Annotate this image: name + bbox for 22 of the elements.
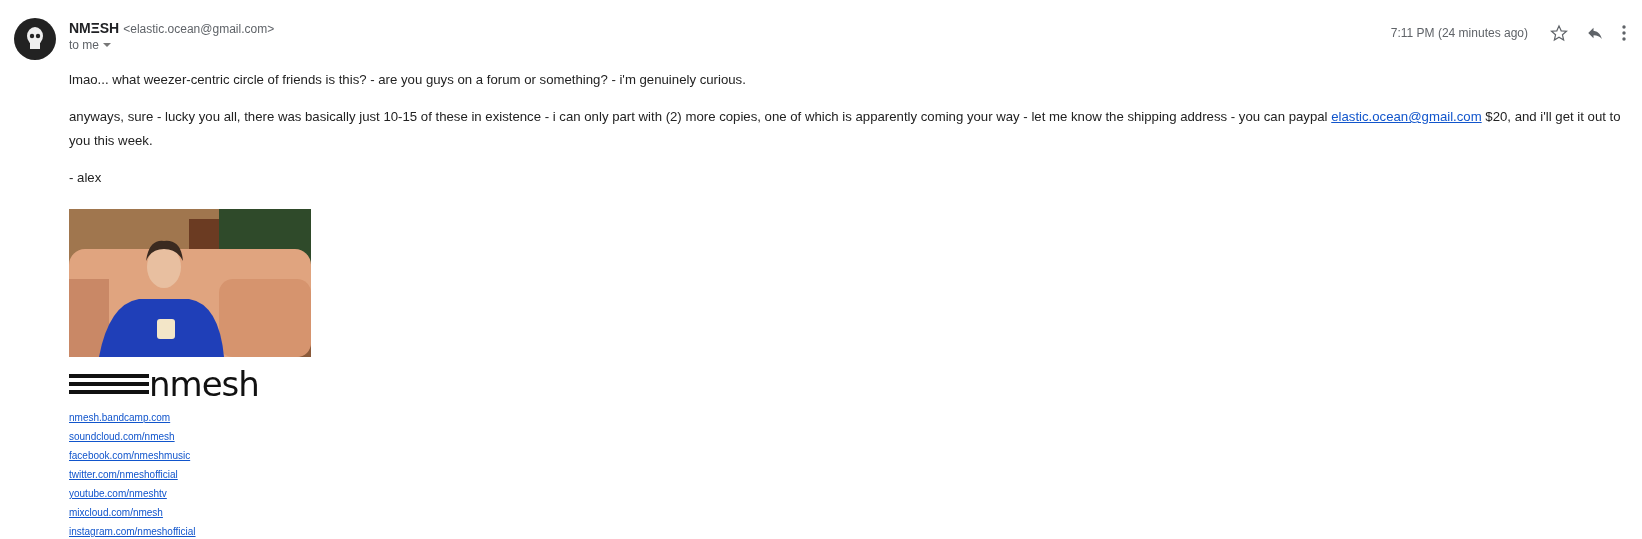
sender-email: <elastic.ocean@gmail.com> (123, 22, 275, 36)
logo: nmesh (69, 369, 1628, 399)
social-link[interactable]: soundcloud.com/nmesh (69, 430, 175, 443)
more-button[interactable] (1620, 23, 1628, 43)
more-icon (1622, 25, 1626, 41)
social-link[interactable]: nmesh.bandcamp.com (69, 411, 171, 424)
social-link[interactable]: mixcloud.com/nmesh (69, 506, 163, 519)
social-link[interactable]: facebook.com/nmeshmusic (69, 449, 191, 462)
social-link[interactable]: youtube.com/nmeshtv (69, 487, 167, 500)
body-paragraph: anyways, sure - lucky you all, there was basically just 10-15 of these in existence - i can only part with (2) more copies, one of which is apparently coming your way - let me know the shipping address - you can paypal elastic.ocean@gmail.com $20, and i'll get it out to you this week. (69, 108, 1622, 150)
star-icon (1550, 24, 1568, 42)
social-link[interactable]: twitter.com/nmeshofficial (69, 468, 178, 481)
body-paragraph: - alex (69, 169, 103, 187)
social-link[interactable]: instagram.com/nmeshofficial (69, 525, 196, 538)
caret-icon (103, 43, 111, 47)
sender-name: NMΞSH (69, 20, 120, 36)
message-time: 7:11 PM (24 minutes ago) (1390, 26, 1528, 40)
body-paragraph: lmao... what weezer-centric circle of friends is this? - are you guys on a forum or something? - i'm genuinely curious. (69, 71, 747, 89)
avatar (14, 18, 56, 60)
email-link[interactable]: elastic.ocean@gmail.com (1331, 109, 1482, 124)
star-button[interactable] (1548, 22, 1570, 44)
recipient-dropdown[interactable]: to me (69, 38, 275, 52)
